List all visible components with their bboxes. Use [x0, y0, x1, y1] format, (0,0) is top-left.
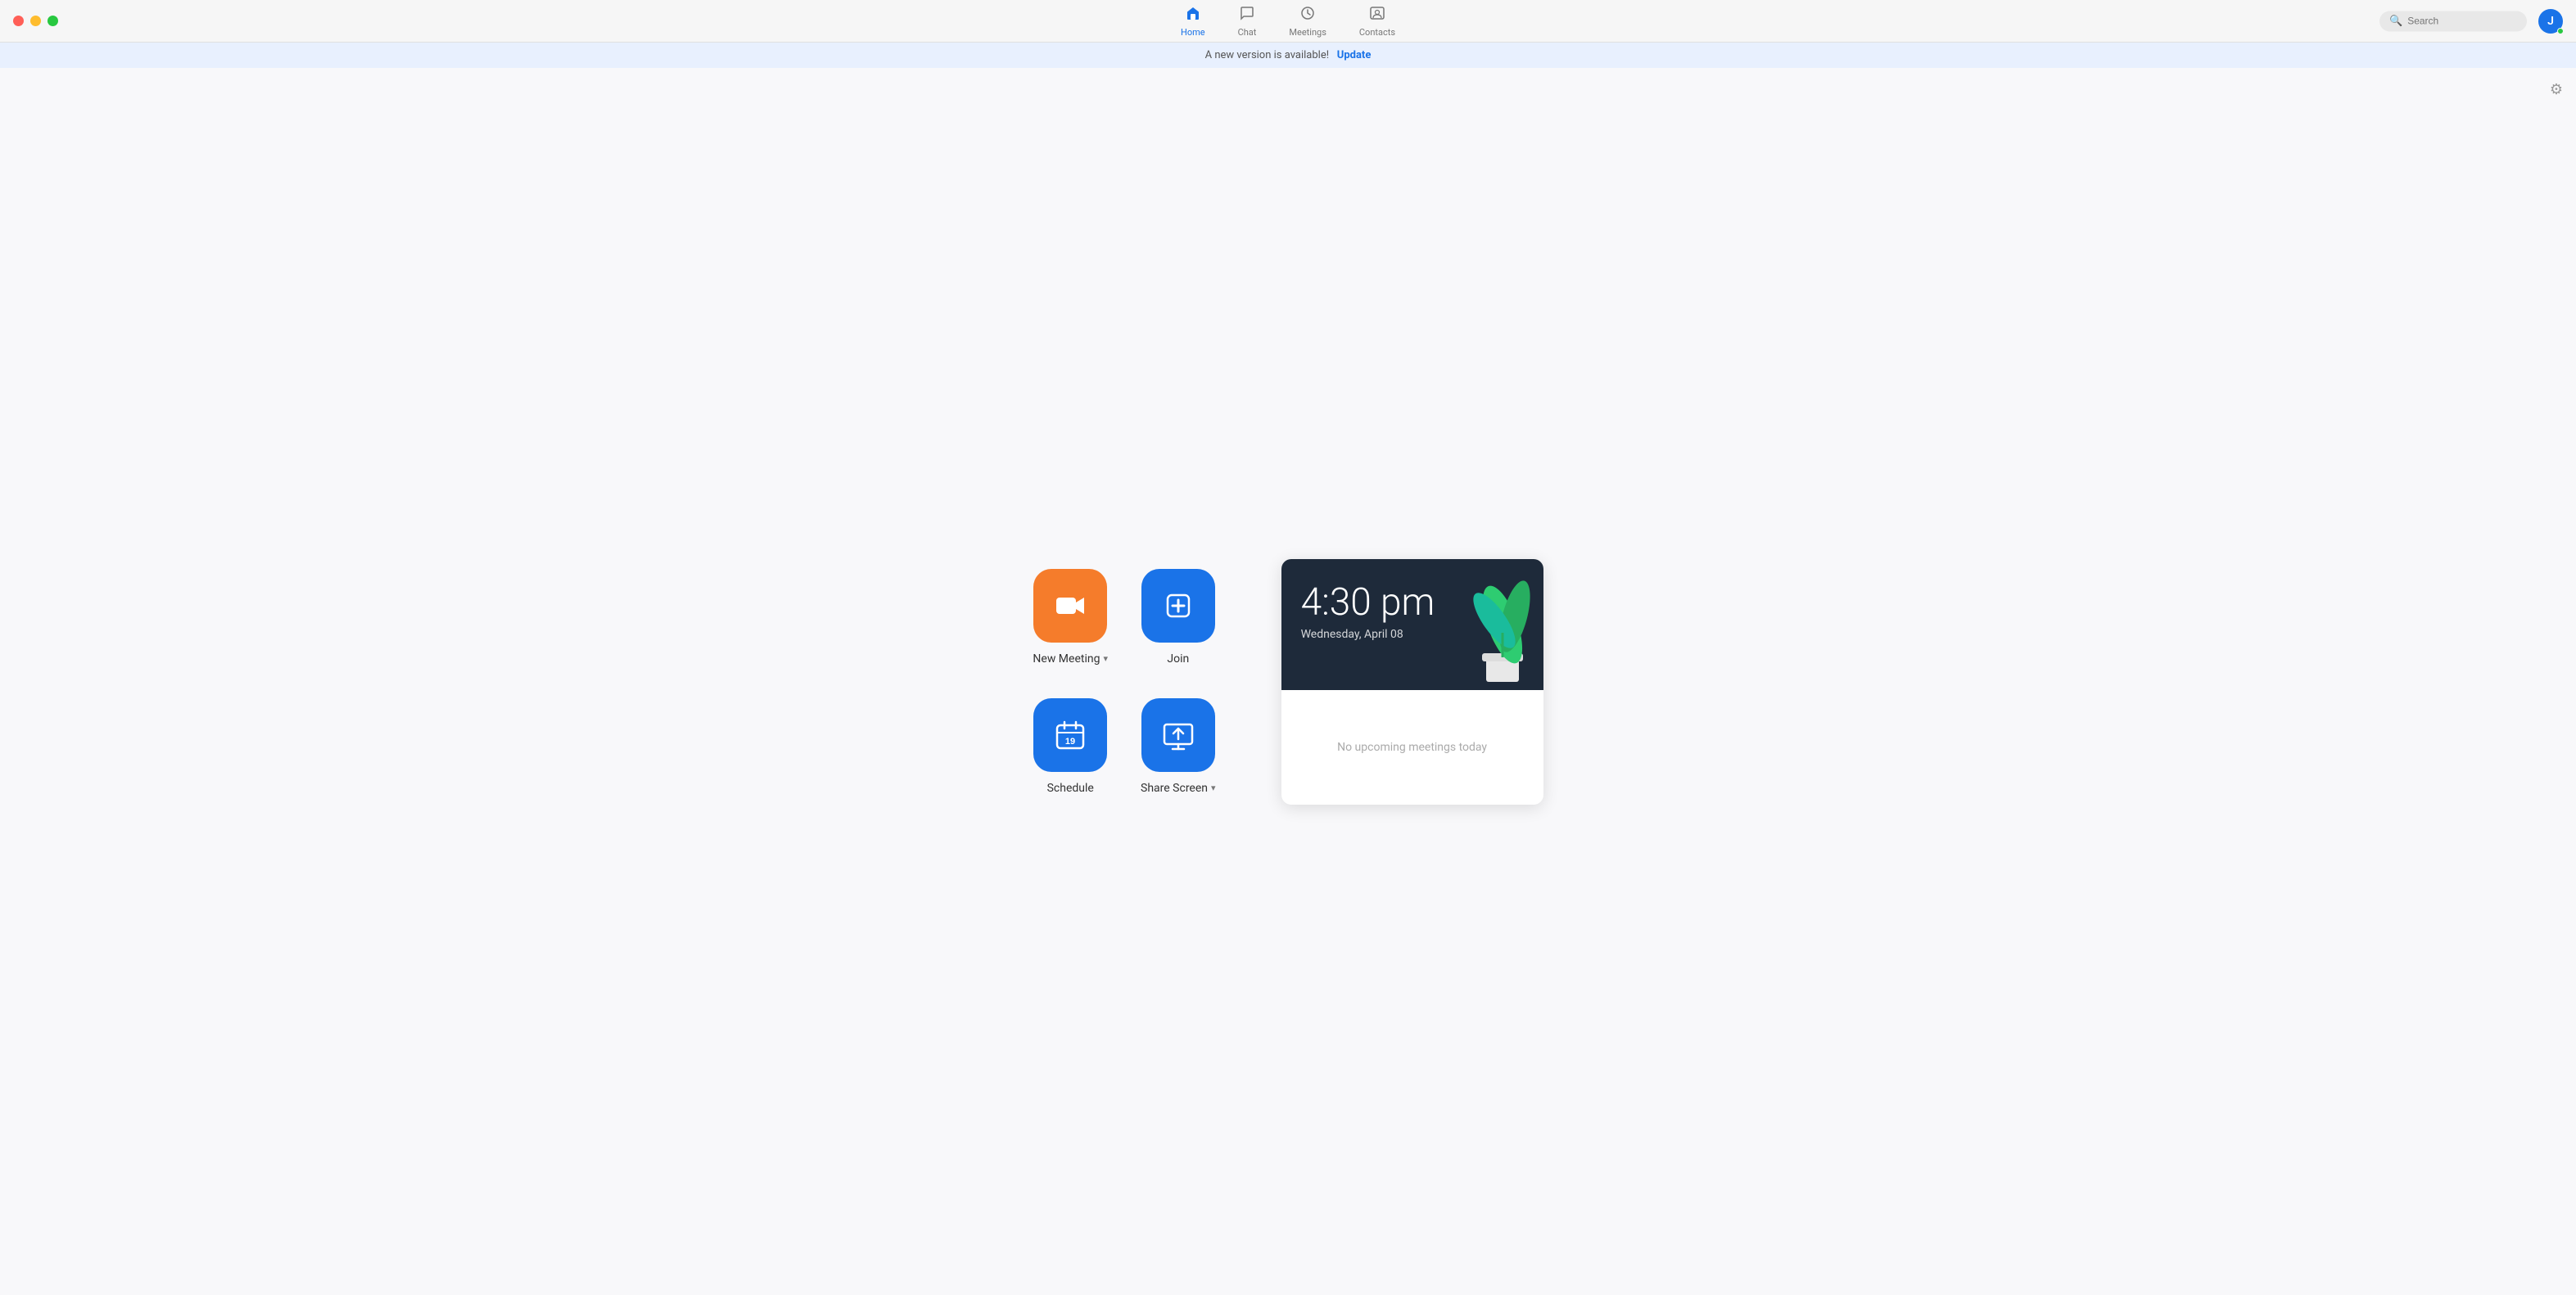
action-grid: New Meeting ▾ Join — [1033, 569, 1215, 795]
chat-icon — [1239, 5, 1255, 25]
nav: Home Chat Meetings — [1164, 0, 1412, 43]
schedule-item[interactable]: 19 Schedule — [1033, 698, 1108, 795]
share-screen-item[interactable]: Share Screen ▾ — [1141, 698, 1216, 795]
update-banner: A new version is available! Update — [0, 43, 2576, 68]
nav-contacts[interactable]: Contacts — [1343, 0, 1412, 43]
meetings-icon — [1299, 5, 1316, 25]
minimize-button[interactable] — [30, 16, 41, 26]
titlebar: Home Chat Meetings — [0, 0, 2576, 43]
join-label: Join — [1167, 652, 1189, 666]
nav-chat-label: Chat — [1238, 27, 1257, 38]
new-meeting-item[interactable]: New Meeting ▾ — [1033, 569, 1108, 666]
home-icon — [1185, 5, 1201, 25]
nav-contacts-label: Contacts — [1359, 27, 1395, 38]
join-item[interactable]: Join — [1141, 569, 1216, 666]
nav-home[interactable]: Home — [1164, 0, 1222, 43]
schedule-button[interactable]: 19 — [1033, 698, 1107, 772]
share-screen-chevron: ▾ — [1211, 783, 1216, 793]
new-meeting-button[interactable] — [1033, 569, 1107, 643]
contacts-icon — [1369, 5, 1385, 25]
banner-message: A new version is available! — [1205, 49, 1329, 61]
nav-chat[interactable]: Chat — [1222, 0, 1273, 43]
share-screen-button[interactable] — [1141, 698, 1215, 772]
new-meeting-label: New Meeting ▾ — [1033, 652, 1108, 666]
calendar-header: 4:30 pm Wednesday, April 08 — [1281, 559, 1543, 690]
search-area[interactable]: 🔍 — [2379, 11, 2527, 31]
svg-text:19: 19 — [1065, 737, 1075, 747]
new-meeting-chevron: ▾ — [1103, 653, 1108, 664]
main-content: ⚙ New Meeting ▾ — [0, 68, 2576, 1295]
avatar-status-dot — [2557, 28, 2564, 34]
user-avatar[interactable]: J — [2538, 9, 2563, 34]
window-controls — [13, 16, 58, 26]
search-input[interactable] — [2407, 16, 2517, 27]
join-button[interactable] — [1141, 569, 1215, 643]
nav-home-label: Home — [1181, 27, 1205, 38]
schedule-label: Schedule — [1047, 782, 1094, 795]
update-link[interactable]: Update — [1337, 49, 1372, 61]
settings-gear-icon[interactable]: ⚙ — [2550, 81, 2563, 98]
plant-decoration — [1462, 559, 1543, 690]
share-screen-label: Share Screen ▾ — [1141, 782, 1216, 795]
calendar-body: No upcoming meetings today — [1281, 690, 1543, 805]
maximize-button[interactable] — [47, 16, 58, 26]
calendar-card: 4:30 pm Wednesday, April 08 — [1281, 559, 1543, 805]
home-panel: New Meeting ▾ Join — [1033, 559, 1543, 805]
search-icon: 🔍 — [2389, 15, 2402, 27]
nav-meetings-label: Meetings — [1289, 27, 1326, 38]
close-button[interactable] — [13, 16, 24, 26]
nav-meetings[interactable]: Meetings — [1272, 0, 1342, 43]
no-meetings-text: No upcoming meetings today — [1337, 741, 1487, 754]
